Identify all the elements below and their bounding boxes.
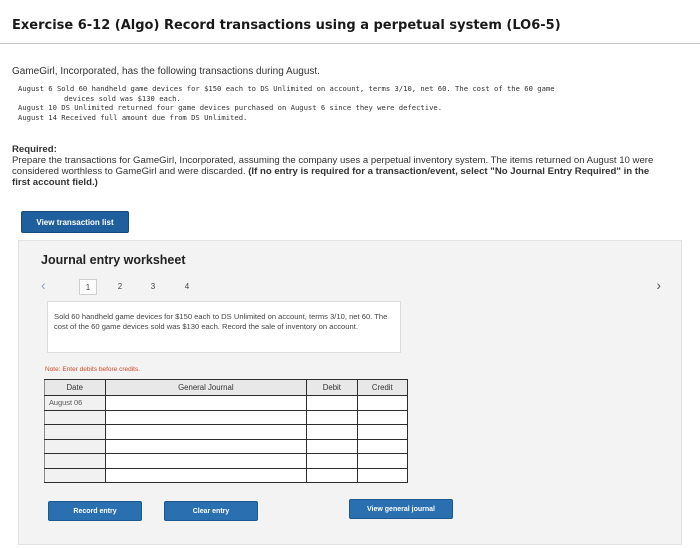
record-entry-button[interactable]: Record entry — [48, 501, 142, 521]
date-cell[interactable] — [44, 453, 106, 469]
chevron-left-icon[interactable]: ‹ — [41, 277, 46, 293]
credit-input[interactable] — [356, 453, 409, 469]
journal-header-row: Date General Journal Debit Credit — [44, 379, 409, 396]
table-row — [44, 453, 409, 469]
account-input[interactable] — [104, 453, 308, 469]
account-input[interactable] — [104, 409, 308, 425]
transaction-line: devices sold was $130 each. — [64, 93, 181, 103]
required-section: Required: Prepare the transactions for G… — [12, 144, 662, 188]
debit-column-header: Debit — [306, 379, 358, 396]
note-text: Note: Enter debits before credits. — [45, 366, 141, 373]
journal-entry-worksheet: Journal entry worksheet ‹ 1 2 3 4 › Sold… — [18, 240, 682, 545]
date-cell[interactable] — [44, 409, 106, 425]
account-input[interactable] — [104, 395, 308, 411]
credit-input[interactable] — [356, 467, 409, 483]
table-row — [44, 467, 409, 483]
table-row — [44, 424, 409, 440]
page-tab-2[interactable]: 2 — [111, 279, 129, 295]
date-column-header: Date — [44, 379, 106, 396]
page-tab-4[interactable]: 4 — [178, 279, 196, 295]
required-label: Required: — [12, 144, 57, 155]
credit-input[interactable] — [356, 409, 409, 425]
date-cell[interactable]: August 06 — [44, 395, 106, 411]
worksheet-pager: ‹ 1 2 3 4 › — [41, 277, 661, 299]
debit-input[interactable] — [306, 438, 358, 454]
journal-table: Date General Journal Debit Credit August… — [44, 379, 409, 483]
debit-input[interactable] — [306, 409, 358, 425]
chevron-right-icon[interactable]: › — [656, 277, 661, 293]
page-tab-3[interactable]: 3 — [144, 279, 162, 295]
view-transaction-list-button[interactable]: View transaction list — [21, 211, 129, 233]
account-input[interactable] — [104, 467, 308, 483]
debit-input[interactable] — [306, 453, 358, 469]
title-bar: Exercise 6-12 (Algo) Record transactions… — [0, 18, 700, 44]
account-input[interactable] — [104, 424, 308, 440]
transaction-description: Sold 60 handheld game devices for $150 e… — [47, 301, 401, 353]
page-title: Exercise 6-12 (Algo) Record transactions… — [12, 18, 561, 33]
general-journal-column-header: General Journal — [104, 379, 308, 396]
intro-text: GameGirl, Incorporated, has the followin… — [12, 66, 320, 77]
table-row — [44, 409, 409, 425]
credit-column-header: Credit — [356, 379, 409, 396]
debit-input[interactable] — [306, 424, 358, 440]
table-row — [44, 438, 409, 454]
transaction-list: August 6 Sold 60 handheld game devices f… — [18, 84, 658, 122]
worksheet-title: Journal entry worksheet — [41, 253, 186, 267]
transaction-line: August 14 Received full amount due from … — [18, 112, 248, 122]
date-cell[interactable] — [44, 438, 106, 454]
clear-entry-button[interactable]: Clear entry — [164, 501, 258, 521]
credit-input[interactable] — [356, 438, 409, 454]
debit-input[interactable] — [306, 467, 358, 483]
page-tab-1[interactable]: 1 — [79, 279, 97, 295]
transaction-line: August 6 Sold 60 handheld game devices f… — [18, 84, 555, 93]
transaction-line: August 10 DS Unlimited returned four gam… — [18, 103, 443, 113]
account-input[interactable] — [104, 438, 308, 454]
credit-input[interactable] — [356, 424, 409, 440]
view-general-journal-button[interactable]: View general journal — [349, 499, 453, 519]
debit-input[interactable] — [306, 395, 358, 411]
date-cell[interactable] — [44, 424, 106, 440]
table-row: August 06 — [44, 395, 409, 411]
credit-input[interactable] — [356, 395, 409, 411]
date-cell[interactable] — [44, 467, 106, 483]
